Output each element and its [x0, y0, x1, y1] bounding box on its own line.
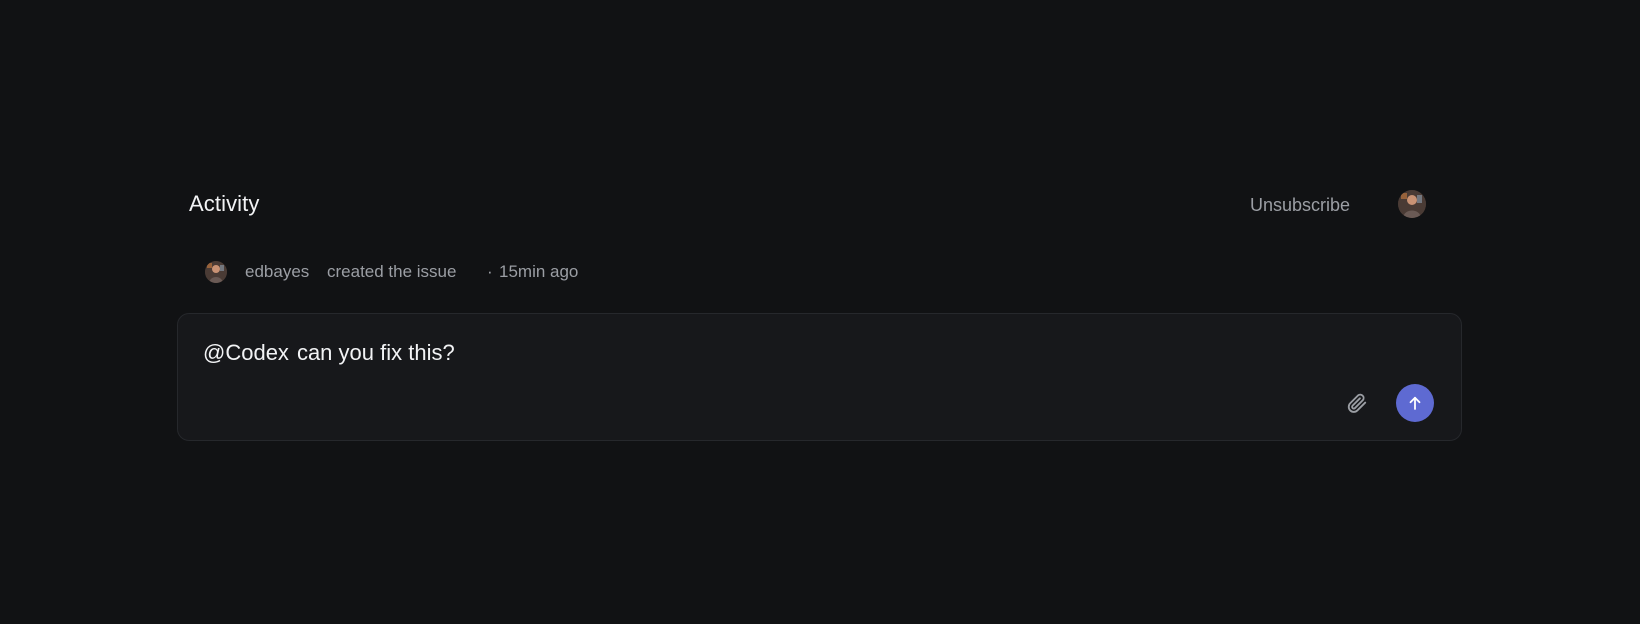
- arrow-up-icon: [1409, 396, 1421, 410]
- comment-box[interactable]: @Codex can you fix this?: [177, 313, 1462, 441]
- activity-page: Activity Unsubscribe edbayes created the…: [0, 0, 1640, 624]
- event-action: created the issue: [327, 262, 457, 281]
- event-username[interactable]: edbayes: [245, 262, 309, 282]
- activity-event: edbayes created the issue · 15min ago: [205, 259, 805, 285]
- activity-header: Activity Unsubscribe: [189, 186, 1429, 226]
- activity-title: Activity: [189, 191, 260, 216]
- comment-input[interactable]: @Codex can you fix this?: [203, 340, 455, 366]
- event-timestamp: 15min ago: [499, 262, 579, 281]
- event-user-avatar[interactable]: [205, 261, 227, 283]
- user-avatar-icon: [205, 261, 227, 283]
- paperclip-icon: [1347, 393, 1367, 413]
- unsubscribe-button[interactable]: Unsubscribe: [1250, 195, 1350, 216]
- attach-button[interactable]: [1342, 388, 1372, 418]
- subscriber-avatar[interactable]: [1398, 190, 1426, 218]
- event-separator: ·: [487, 262, 493, 281]
- send-button[interactable]: [1396, 384, 1434, 422]
- mention-chip[interactable]: @Codex: [203, 340, 289, 365]
- comment-text: can you fix this?: [296, 340, 455, 365]
- user-avatar-icon: [1398, 190, 1426, 218]
